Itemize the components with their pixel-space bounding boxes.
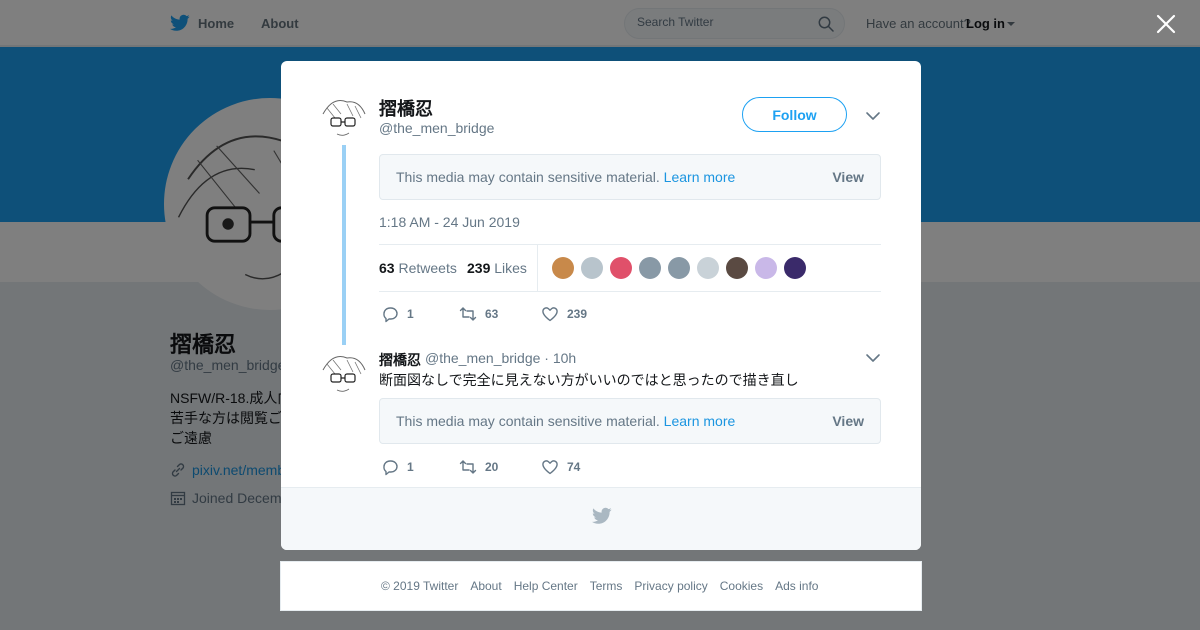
avatar-sketch-image [319,350,367,398]
sensitive-media-notice: This media may contain sensitive materia… [379,398,881,444]
thread-connector [342,145,346,345]
view-media-button[interactable]: View [832,169,864,185]
retweets-label: Retweets [398,260,457,276]
liker-avatar[interactable] [697,257,719,279]
liker-avatar[interactable] [784,257,806,279]
learn-more-link[interactable]: Learn more [664,413,736,429]
reply-action[interactable]: 1 [381,305,414,323]
liker-avatar[interactable] [755,257,777,279]
sensitive-message: This media may contain sensitive materia… [396,169,660,185]
footer-links: © 2019 Twitter About Help Center Terms P… [381,579,818,593]
tweet-timestamp[interactable]: 1:18 AM - 24 Jun 2019 [379,214,520,230]
footer-link-cookies[interactable]: Cookies [720,579,763,593]
footer-link-help-center[interactable]: Help Center [514,579,578,593]
liker-avatar[interactable] [581,257,603,279]
reply-count: 1 [407,307,414,321]
sensitive-media-text: This media may contain sensitive materia… [396,413,735,429]
retweets-count: 63 [379,260,395,276]
sensitive-message: This media may contain sensitive materia… [396,413,660,429]
follow-button[interactable]: Follow [742,97,847,132]
stats-divider [537,245,538,291]
reply-icon [383,460,398,476]
avatar-sketch-image [319,94,367,142]
liker-avatar[interactable] [552,257,574,279]
like-action[interactable]: 74 [541,458,580,476]
learn-more-link[interactable]: Learn more [664,169,736,185]
close-icon[interactable] [1154,12,1178,36]
reply-text: 断面図なしで完全に見えない方がいいのではと思ったので描き直し [379,372,799,388]
tweet-author-avatar[interactable] [319,94,367,142]
retweet-icon [459,460,477,474]
reply-action[interactable]: 1 [381,458,414,476]
liker-avatar[interactable] [668,257,690,279]
modal-footer [281,487,921,550]
reply-time[interactable]: · 10h [544,350,576,366]
like-count: 239 [567,307,588,321]
like-count: 74 [567,460,581,474]
liker-avatar[interactable] [726,257,748,279]
likes-stat[interactable]: 239 Likes [467,260,527,276]
footer-link-about[interactable]: About [470,579,501,593]
liker-avatars [552,257,806,279]
retweets-stat[interactable]: 63 Retweets [379,260,457,276]
heart-icon [542,460,558,475]
tweet-modal: 摺橋忍 @the_men_bridge Follow This media ma… [281,61,921,550]
chevron-down-icon[interactable] [865,350,881,366]
footer-copyright: © 2019 Twitter [381,579,459,593]
retweet-count: 63 [485,307,499,321]
tweet-author-handle[interactable]: @the_men_bridge [379,120,494,136]
liker-avatar[interactable] [639,257,661,279]
reply-meta: @the_men_bridge · 10h [425,350,576,366]
tweet-author-name[interactable]: 摺橋忍 [379,95,433,121]
heart-icon [542,307,558,322]
reply-count: 1 [407,460,414,474]
reply-author-name[interactable]: 摺橋忍 [379,350,421,370]
retweet-icon [459,307,477,321]
likes-count: 239 [467,260,491,276]
tweet-stats: 63 Retweets 239 Likes [379,244,881,292]
reply-author-handle[interactable]: @the_men_bridge [425,350,540,366]
retweet-action[interactable]: 63 [459,305,498,323]
sensitive-media-text: This media may contain sensitive materia… [396,169,735,185]
retweet-action[interactable]: 20 [459,458,498,476]
footer-link-ads-info[interactable]: Ads info [775,579,818,593]
chevron-down-icon[interactable] [865,108,881,124]
footer-link-terms[interactable]: Terms [590,579,623,593]
like-action[interactable]: 239 [541,305,587,323]
reply-author-avatar[interactable] [319,350,367,398]
footer-link-privacy[interactable]: Privacy policy [634,579,707,593]
likes-label: Likes [494,260,527,276]
retweet-count: 20 [485,460,499,474]
liker-avatar[interactable] [610,257,632,279]
page-footer: © 2019 Twitter About Help Center Terms P… [280,561,922,611]
reply-icon [383,307,398,323]
sensitive-media-notice: This media may contain sensitive materia… [379,154,881,200]
twitter-bird-icon [592,507,612,524]
view-media-button[interactable]: View [832,413,864,429]
